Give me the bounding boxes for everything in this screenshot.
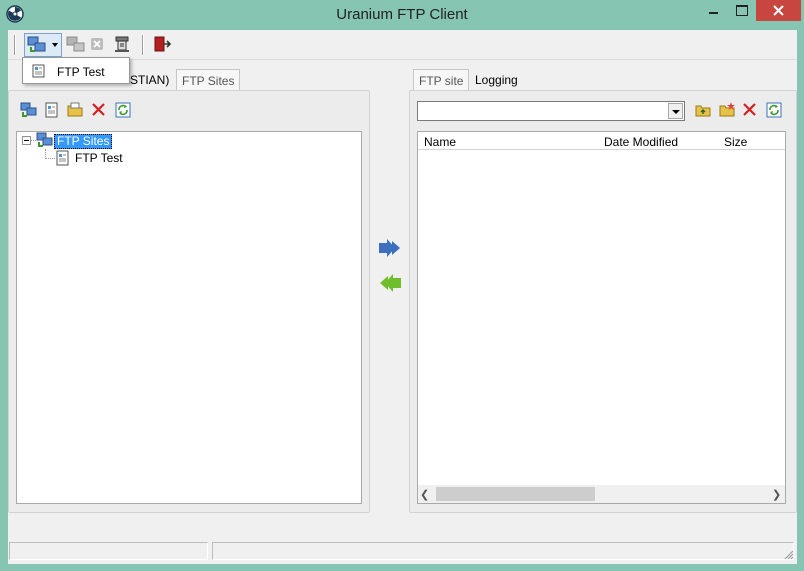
- exit-button[interactable]: [152, 34, 174, 56]
- remote-path-combobox[interactable]: [417, 101, 685, 121]
- transfer-settings-icon: [115, 36, 129, 52]
- minimize-button[interactable]: [700, 0, 728, 22]
- tree-item-ftp-sites[interactable]: FTP Sites: [54, 134, 113, 149]
- column-header-date-modified[interactable]: Date Modified: [598, 132, 719, 150]
- refresh-icon: [766, 102, 782, 118]
- delete-site-button[interactable]: [90, 101, 112, 123]
- maximize-button[interactable]: [728, 0, 756, 22]
- site-properties-icon: [45, 102, 58, 118]
- resize-grip-icon[interactable]: [782, 548, 794, 560]
- tab-ftp-sites[interactable]: FTP Sites: [176, 69, 241, 90]
- refresh-remote-button[interactable]: [765, 101, 787, 123]
- folder-button[interactable]: [66, 101, 88, 123]
- new-site-button[interactable]: [20, 101, 42, 123]
- upload-button[interactable]: [378, 238, 402, 261]
- exit-door-icon: [154, 36, 172, 52]
- close-button[interactable]: [756, 0, 801, 21]
- download-button[interactable]: [378, 273, 402, 296]
- up-folder-icon: [695, 105, 711, 117]
- delete-icon: [92, 103, 105, 116]
- site-icon: [55, 150, 71, 169]
- menu-item-ftp-test[interactable]: FTP Test: [25, 61, 127, 81]
- stop-icon: [91, 38, 103, 50]
- disconnect-icon: [66, 36, 85, 52]
- ftp-sites-icon: [36, 132, 54, 151]
- chevron-down-icon[interactable]: [52, 43, 58, 47]
- tab-ftp-site[interactable]: FTP site: [413, 69, 470, 90]
- delete-remote-button[interactable]: [741, 101, 763, 123]
- refresh-icon: [115, 102, 131, 118]
- scroll-left-icon[interactable]: ❮: [420, 488, 429, 501]
- toolbar-separator: [142, 35, 144, 55]
- site-icon: [31, 64, 47, 81]
- close-icon: [773, 5, 784, 16]
- new-folder-button[interactable]: [718, 101, 740, 123]
- toolbar-grip[interactable]: [14, 35, 16, 55]
- scroll-right-icon[interactable]: ❯: [772, 488, 781, 501]
- arrow-left-icon: [380, 274, 401, 292]
- sites-tree[interactable]: [16, 131, 362, 504]
- tab-local-path[interactable]: STIAN): [125, 69, 174, 90]
- tree-item-ftp-test[interactable]: FTP Test: [75, 151, 123, 165]
- connect-icon: [27, 36, 46, 52]
- chevron-down-icon[interactable]: [668, 103, 683, 119]
- scrollbar-thumb[interactable]: [436, 487, 595, 501]
- status-pane-left: [9, 542, 208, 560]
- tree-collapse-toggle[interactable]: [22, 136, 31, 145]
- window-title: Uranium FTP Client: [336, 6, 468, 23]
- remote-file-list[interactable]: [417, 131, 786, 504]
- column-header-size[interactable]: Size: [718, 132, 785, 150]
- new-site-icon: [20, 102, 37, 117]
- stop-button[interactable]: [89, 34, 111, 56]
- up-folder-button[interactable]: [694, 101, 716, 123]
- transfer-settings-button[interactable]: [113, 34, 135, 56]
- delete-icon: [743, 103, 756, 116]
- arrow-right-icon: [379, 239, 400, 257]
- status-pane-right: [212, 542, 794, 560]
- site-properties-button[interactable]: [43, 101, 65, 123]
- refresh-sites-button[interactable]: [114, 101, 136, 123]
- column-header-name[interactable]: Name: [418, 132, 599, 150]
- folder-icon: [67, 102, 83, 117]
- menu-item-label: FTP Test: [57, 65, 105, 79]
- new-folder-icon: [719, 102, 735, 117]
- connect-dropdown-menu: FTP Test: [22, 57, 130, 84]
- tree-connector: [45, 158, 55, 159]
- connect-button[interactable]: [24, 33, 62, 57]
- tab-logging[interactable]: Logging: [470, 69, 523, 90]
- disconnect-button[interactable]: [66, 34, 88, 56]
